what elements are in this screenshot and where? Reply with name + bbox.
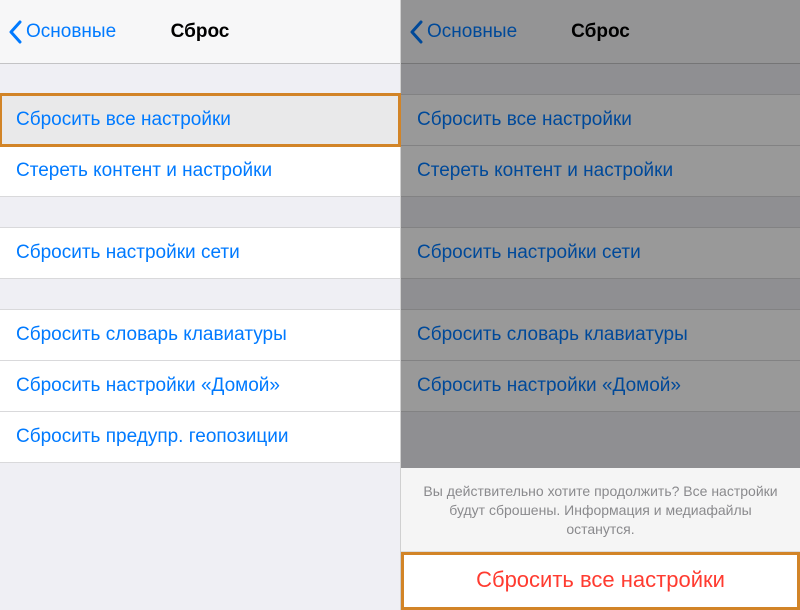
screen-reset-list: Основные Сброс Сбросить все настройки Ст… (0, 0, 400, 610)
action-sheet-card: Вы действительно хотите продолжить? Все … (401, 468, 800, 610)
group-2: Сбросить настройки сети (0, 227, 400, 279)
navbar: Основные Сброс (0, 0, 400, 64)
group-3: Сбросить словарь клавиатуры Сбросить нас… (0, 309, 400, 463)
back-label: Основные (26, 21, 116, 43)
chevron-left-icon (8, 20, 22, 44)
screen-confirm-sheet: Основные Сброс Сбросить все настройки Ст… (400, 0, 800, 610)
cell-reset-keyboard[interactable]: Сбросить словарь клавиатуры (0, 309, 400, 361)
action-sheet: Вы действительно хотите продолжить? Все … (401, 468, 800, 610)
cell-reset-home[interactable]: Сбросить настройки «Домой» (0, 361, 400, 412)
cell-reset-all-settings[interactable]: Сбросить все настройки (0, 94, 400, 146)
group-1: Сбросить все настройки Стереть контент и… (0, 94, 400, 197)
action-sheet-confirm-button[interactable]: Сбросить все настройки (401, 552, 800, 610)
action-sheet-message: Вы действительно хотите продолжить? Все … (401, 468, 800, 552)
cell-reset-network[interactable]: Сбросить настройки сети (0, 227, 400, 279)
cell-reset-location[interactable]: Сбросить предупр. геопозиции (0, 412, 400, 463)
cell-erase-content[interactable]: Стереть контент и настройки (0, 146, 400, 197)
back-button[interactable]: Основные (8, 20, 116, 44)
